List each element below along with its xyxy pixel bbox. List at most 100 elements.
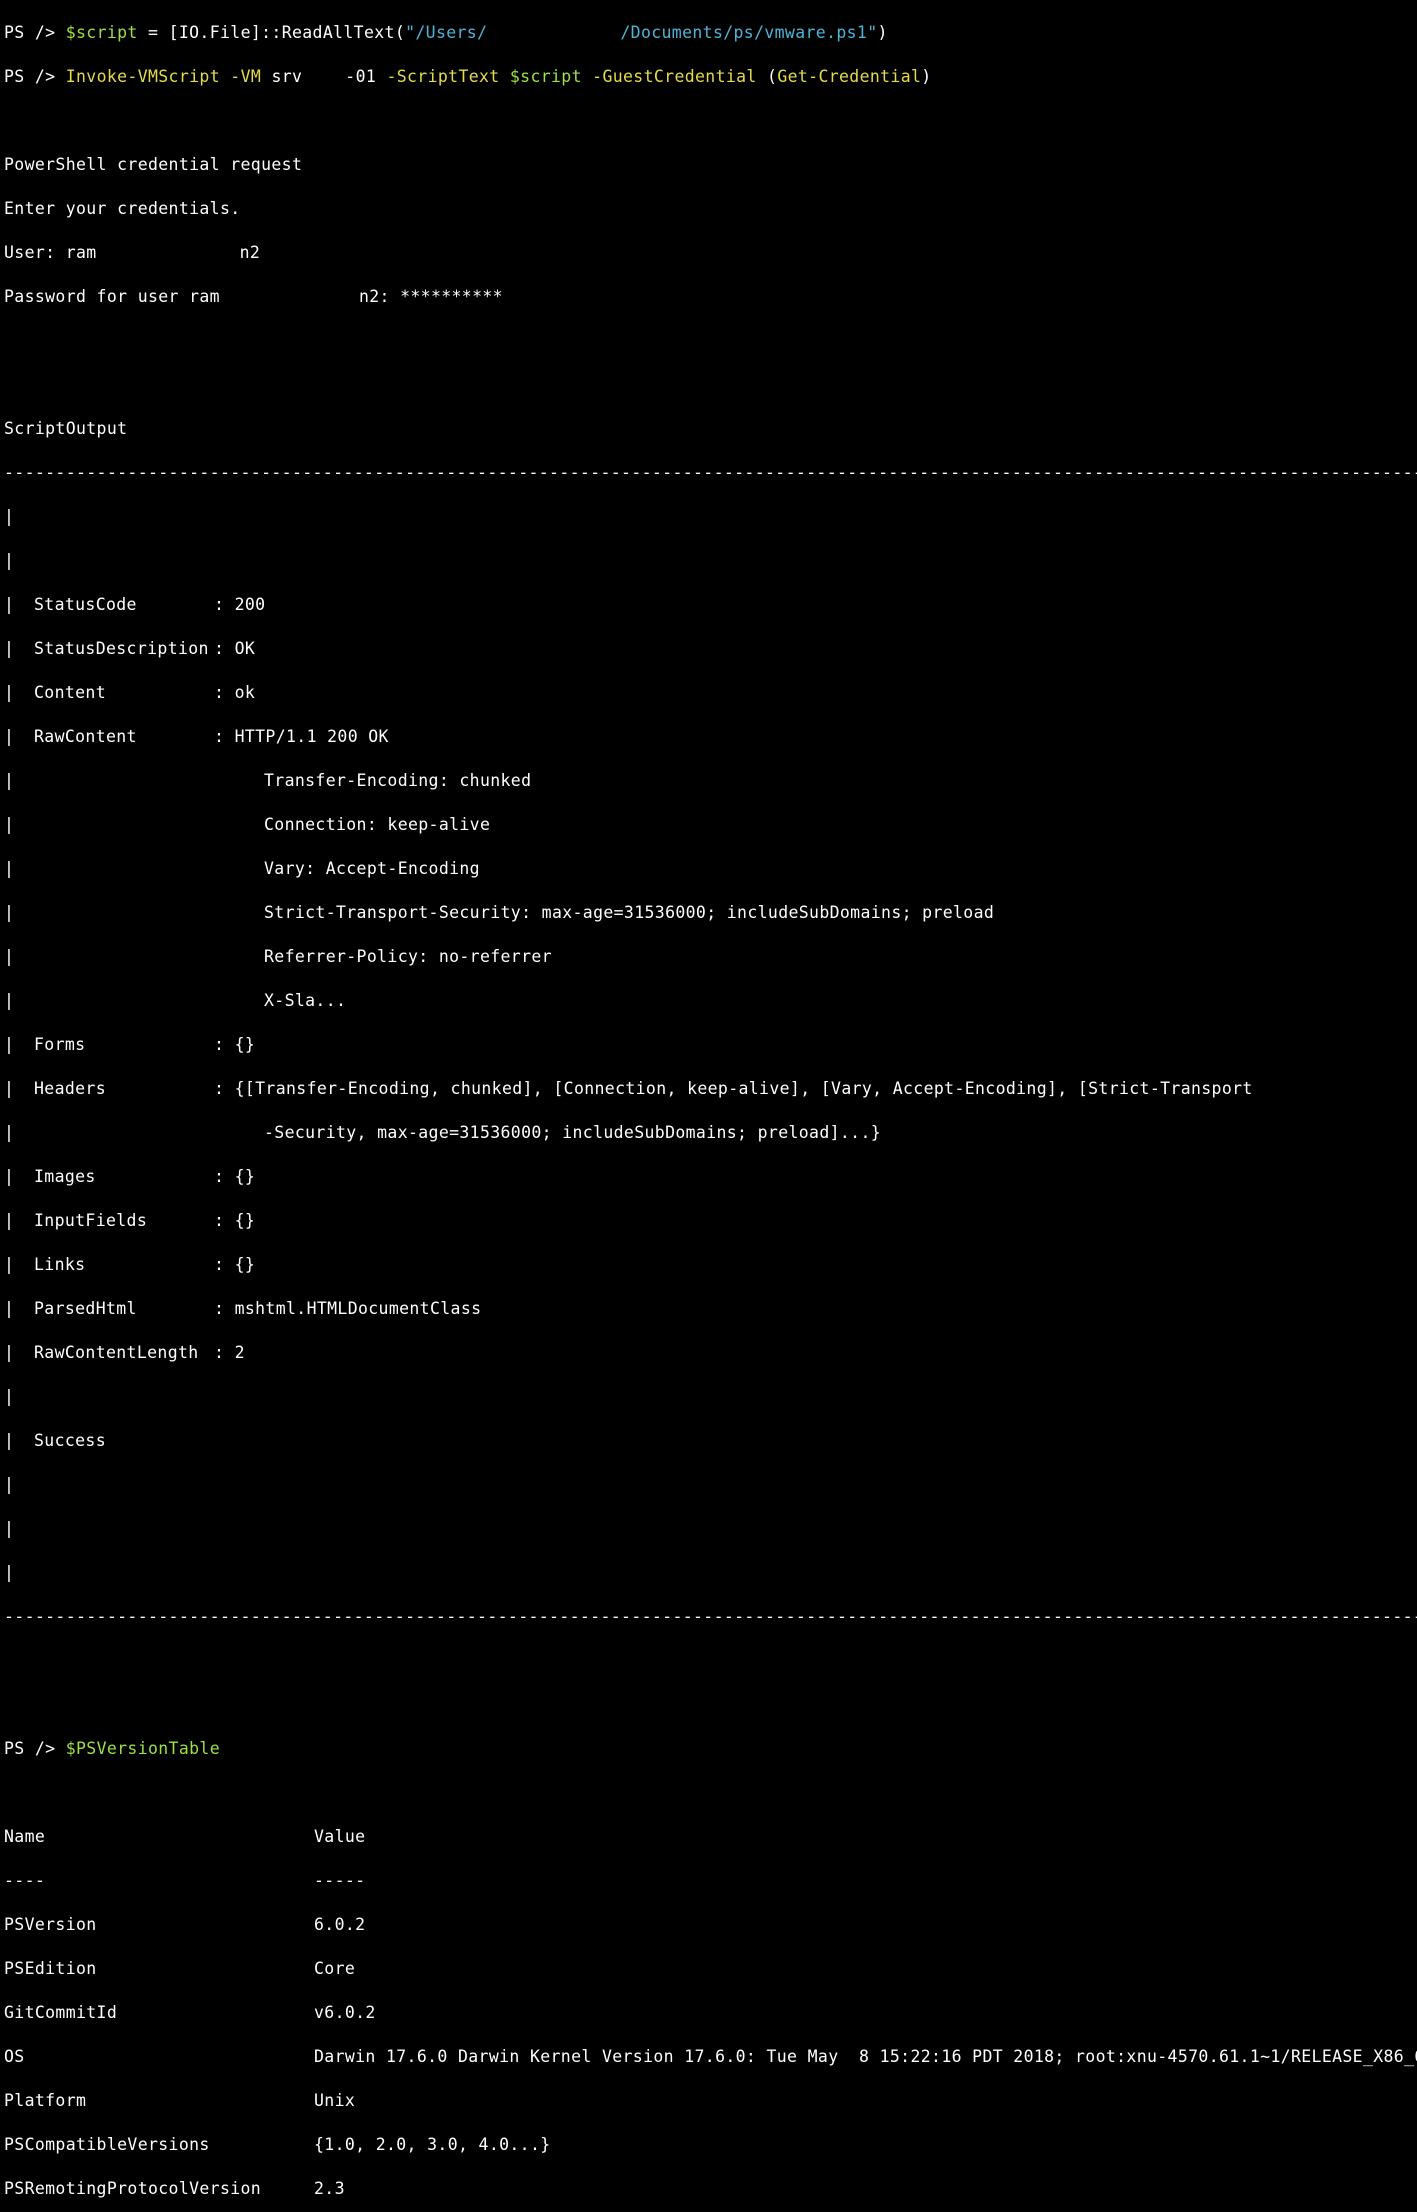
- field-row: | Headers: {[Transfer-Encoding, chunked],…: [4, 1079, 1253, 1098]
- bar: |: [4, 1299, 15, 1318]
- param-vm: -VM: [230, 67, 262, 86]
- credential-user: User: ram n2: [4, 242, 1417, 264]
- field-key: RawContentLength: [34, 1343, 199, 1362]
- raw-content-value: Referrer-Policy: no-referrer: [264, 947, 552, 966]
- bar: |: [4, 815, 15, 834]
- field-key: Forms: [34, 1035, 86, 1054]
- bar: |: [4, 771, 15, 790]
- bar: |: [4, 991, 15, 1010]
- cmdlet-invoke-vmscript: Invoke-VMScript: [65, 67, 220, 86]
- field-value: OK: [234, 639, 256, 658]
- terminal-output: PS /> $script = [IO.File]::ReadAllText("…: [4, 0, 1417, 2212]
- bar-line: |: [4, 507, 15, 526]
- row-name: OS: [4, 2047, 25, 2066]
- prompt: PS />: [4, 67, 56, 86]
- field-key: RawContent: [34, 727, 137, 746]
- field-key: StatusCode: [34, 595, 137, 614]
- field-value: {}: [234, 1255, 256, 1274]
- headers-cont-value: -Security, max-age=31536000; includeSubD…: [264, 1123, 882, 1142]
- assign-operator: =: [137, 23, 169, 42]
- table-row: OS Darwin 17.6.0 Darwin Kernel Version 17…: [4, 2046, 1417, 2068]
- readalltext-call: [IO.File]::ReadAllText(: [168, 23, 406, 42]
- raw-content-line: | Transfer-Encoding: chunked: [4, 770, 1417, 792]
- row-name: Platform: [4, 2091, 87, 2110]
- table-row: PSVersion 6.0.2: [4, 1914, 1417, 1936]
- table-row: GitCommitId v6.0.2: [4, 2002, 1417, 2024]
- row-name: PSEdition: [4, 1959, 97, 1978]
- top-rule: ----------------------------------------…: [4, 463, 1417, 482]
- bar-line: |: [4, 551, 15, 570]
- script-variable: $script: [509, 67, 582, 86]
- command-line-psversiontable: PS /> $PSVersionTable: [4, 1738, 1417, 1760]
- row-name: GitCommitId: [4, 2003, 118, 2022]
- success-text: Success: [34, 1431, 106, 1450]
- script-variable: $script: [65, 23, 138, 42]
- field-row: | Forms: {}: [4, 1035, 256, 1054]
- bar-line: |: [4, 1475, 15, 1494]
- field-row: | RawContentLength: 2: [4, 1343, 245, 1362]
- column-header-name: Name: [4, 1827, 46, 1846]
- row-name: PSVersion: [4, 1915, 97, 1934]
- field-value: 2: [234, 1343, 245, 1362]
- password-masked: n2: **********: [358, 287, 503, 306]
- table-row: PSRemotingProtocolVersion 2.3: [4, 2178, 1417, 2200]
- raw-content-value: Strict-Transport-Security: max-age=31536…: [264, 903, 995, 922]
- field-key: InputFields: [34, 1211, 148, 1230]
- field-value: mshtml.HTMLDocumentClass: [234, 1299, 482, 1318]
- field-row: | InputFields: {}: [4, 1211, 256, 1230]
- raw-content-value: Connection: keep-alive: [264, 815, 491, 834]
- raw-content-line: | Vary: Accept-Encoding: [4, 858, 1417, 880]
- path-string-start: "/Users/: [405, 23, 488, 42]
- field-value: {[Transfer-Encoding, chunked], [Connecti…: [234, 1079, 1253, 1098]
- cmdlet-get-credential: Get-Credential: [777, 67, 922, 86]
- table-header-rule: ---- -----: [4, 1870, 1417, 1892]
- user-tail: n2: [239, 243, 261, 262]
- row-name: PSCompatibleVersions: [4, 2135, 210, 2154]
- bar: |: [4, 1079, 15, 1098]
- raw-content-value: X-Sla...: [264, 991, 347, 1010]
- close-paren: ): [921, 67, 932, 86]
- column-rule-name: ----: [4, 1871, 46, 1890]
- bar-line: |: [4, 1387, 15, 1406]
- field-row: | RawContent: HTTP/1.1 200 OK: [4, 727, 389, 746]
- bar: |: [4, 947, 15, 966]
- command-line-invoke-vmscript: PS /> Invoke-VMScript -VM srv -01 -Script…: [4, 66, 1417, 88]
- prompt: PS />: [4, 1739, 56, 1758]
- field-key: StatusDescription: [34, 639, 209, 658]
- vm-name-start: srv: [271, 67, 303, 86]
- row-value: Darwin 17.6.0 Darwin Kernel Version 17.6…: [314, 2047, 1417, 2066]
- vm-name-end: -01: [345, 67, 377, 86]
- field-row: | Content: ok: [4, 683, 256, 702]
- bar: |: [4, 1167, 15, 1186]
- command-line-read-script: PS /> $script = [IO.File]::ReadAllText("…: [4, 22, 1417, 44]
- bar-line: |: [4, 1563, 15, 1582]
- column-rule-value: -----: [314, 1871, 366, 1890]
- row-value: 6.0.2: [314, 1915, 366, 1934]
- bottom-rule: ----------------------------------------…: [4, 1607, 1417, 1626]
- user-label: User: ram: [4, 243, 97, 262]
- bar: |: [4, 639, 15, 658]
- field-value: {}: [234, 1211, 256, 1230]
- script-output-header: ScriptOutput: [4, 419, 128, 438]
- field-value: 200: [234, 595, 266, 614]
- raw-content-line: | X-Sla...: [4, 990, 1417, 1012]
- row-value: Core: [314, 1959, 356, 1978]
- field-row: | ParsedHtml: mshtml.HTMLDocumentClass: [4, 1299, 482, 1318]
- raw-content-value: Transfer-Encoding: chunked: [264, 771, 532, 790]
- success-line: | Success: [4, 1430, 1417, 1452]
- field-row: | Images: {}: [4, 1167, 256, 1186]
- bar: |: [4, 1431, 15, 1450]
- prompt: PS />: [4, 23, 56, 42]
- bar: |: [4, 683, 15, 702]
- field-row: | StatusCode: 200: [4, 595, 266, 614]
- column-header-value: Value: [314, 1827, 366, 1846]
- field-value: ok: [234, 683, 256, 702]
- field-row: | StatusDescription: OK: [4, 639, 256, 658]
- table-row: Platform Unix: [4, 2090, 1417, 2112]
- field-row: | Links: {}: [4, 1255, 256, 1274]
- row-value: Unix: [314, 2091, 356, 2110]
- table-header: Name Value: [4, 1826, 1417, 1848]
- bar: |: [4, 595, 15, 614]
- bar: |: [4, 903, 15, 922]
- bar: |: [4, 1035, 15, 1054]
